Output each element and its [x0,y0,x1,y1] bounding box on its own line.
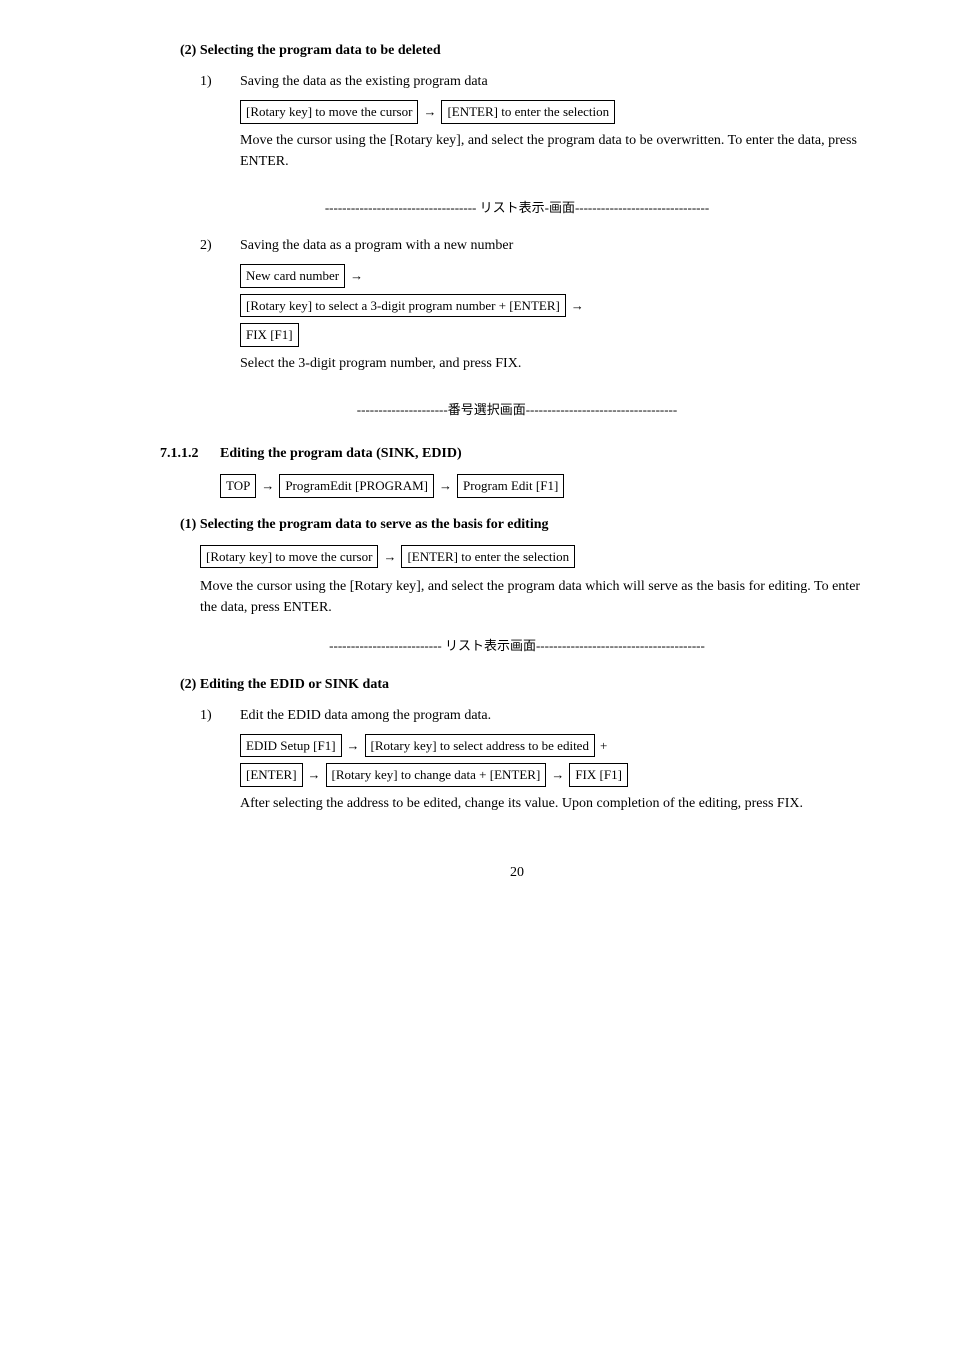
edid-arrow2: → [308,765,321,785]
item-1-label: Saving the data as the existing program … [240,71,874,92]
divider-3: -------------------------- リスト表示画面------… [160,636,874,656]
divider-2: ---------------------番号選択画面-------------… [160,400,874,420]
edit-edid-seq1: EDID Setup [F1] → [Rotary key] to select… [240,734,874,758]
item-2-label: Saving the data as a program with a new … [240,235,874,256]
edid-box4: [Rotary key] to change data + [ENTER] [326,763,547,787]
edit-edid-item1-num: 1) [200,705,240,822]
item-1-box2: [ENTER] to enter the selection [441,100,615,124]
item-1-content: Saving the data as the existing program … [240,71,874,180]
divider-1: ----------------------------------- リスト表… [160,198,874,218]
path-arrow1: → [261,476,274,496]
section-711-header: 7.1.1.2 Editing the program data (SINK, … [160,443,874,464]
item-2-box2: [Rotary key] to select a 3-digit program… [240,294,566,318]
editing-section: 7.1.1.2 Editing the program data (SINK, … [160,443,874,822]
item-1-seq: [Rotary key] to move the cursor → [ENTER… [240,100,874,124]
path-arrow2: → [439,476,452,496]
item-2-content: Saving the data as a program with a new … [240,235,874,382]
select-basis-section: (1) Selecting the program data to serve … [160,514,874,619]
edit-edid-section: (2) Editing the EDID or SINK data 1) Edi… [160,674,874,822]
item-2-seq1: New card number → [240,264,874,288]
select-delete-heading: (2) Selecting the program data to be del… [180,40,874,61]
edit-edid-item1-content: Edit the EDID data among the program dat… [240,705,874,822]
item-2-arrow1: → [350,266,363,286]
path-box3: Program Edit [F1] [457,474,564,498]
edid-box2: [Rotary key] to select address to be edi… [365,734,595,758]
select-basis-para: Move the cursor using the [Rotary key], … [200,576,874,618]
item-2-box3: FIX [F1] [240,323,299,347]
edid-box1: EDID Setup [F1] [240,734,342,758]
item-2-para: Select the 3-digit program number, and p… [240,353,874,374]
editing-path: TOP → ProgramEdit [PROGRAM] → Program Ed… [220,474,874,498]
edit-edid-seq2: [ENTER] → [Rotary key] to change data + … [240,763,874,787]
edit-edid-heading: (2) Editing the EDID or SINK data [180,674,874,695]
select-basis-box2: [ENTER] to enter the selection [401,545,575,569]
item-2-num: 2) [200,235,240,382]
edid-arrow3: → [551,765,564,785]
item-1-arrow1: → [423,102,436,122]
edid-plus1: + [600,736,607,756]
item-1-container: 1) Saving the data as the existing progr… [200,71,874,180]
page-number: 20 [160,862,874,883]
select-basis-box1: [Rotary key] to move the cursor [200,545,378,569]
edit-edid-item1-para: After selecting the address to be edited… [240,793,874,814]
item-2-seq3: FIX [F1] [240,323,874,347]
edit-edid-item1-label: Edit the EDID data among the program dat… [240,705,874,726]
select-basis-heading: (1) Selecting the program data to serve … [180,514,874,535]
edit-edid-item1: 1) Edit the EDID data among the program … [200,705,874,822]
select-basis-arrow: → [383,547,396,567]
item-1-num: 1) [200,71,240,180]
path-box1: TOP [220,474,256,498]
edid-box5: FIX [F1] [569,763,628,787]
item-2-box1: New card number [240,264,345,288]
select-basis-seq: [Rotary key] to move the cursor → [ENTER… [200,545,874,569]
item-2-seq2: [Rotary key] to select a 3-digit program… [240,294,874,318]
section-711-num: 7.1.1.2 [160,443,220,464]
section-711-title: Editing the program data (SINK, EDID) [220,443,462,464]
item-2-container: 2) Saving the data as a program with a n… [200,235,874,382]
select-delete-section: (2) Selecting the program data to be del… [160,40,874,419]
item-1-para: Move the cursor using the [Rotary key], … [240,130,874,172]
item-1-box1: [Rotary key] to move the cursor [240,100,418,124]
item-2-arrow2: → [571,296,584,316]
path-box2: ProgramEdit [PROGRAM] [279,474,434,498]
edid-arrow1: → [347,736,360,756]
edid-box3: [ENTER] [240,763,303,787]
